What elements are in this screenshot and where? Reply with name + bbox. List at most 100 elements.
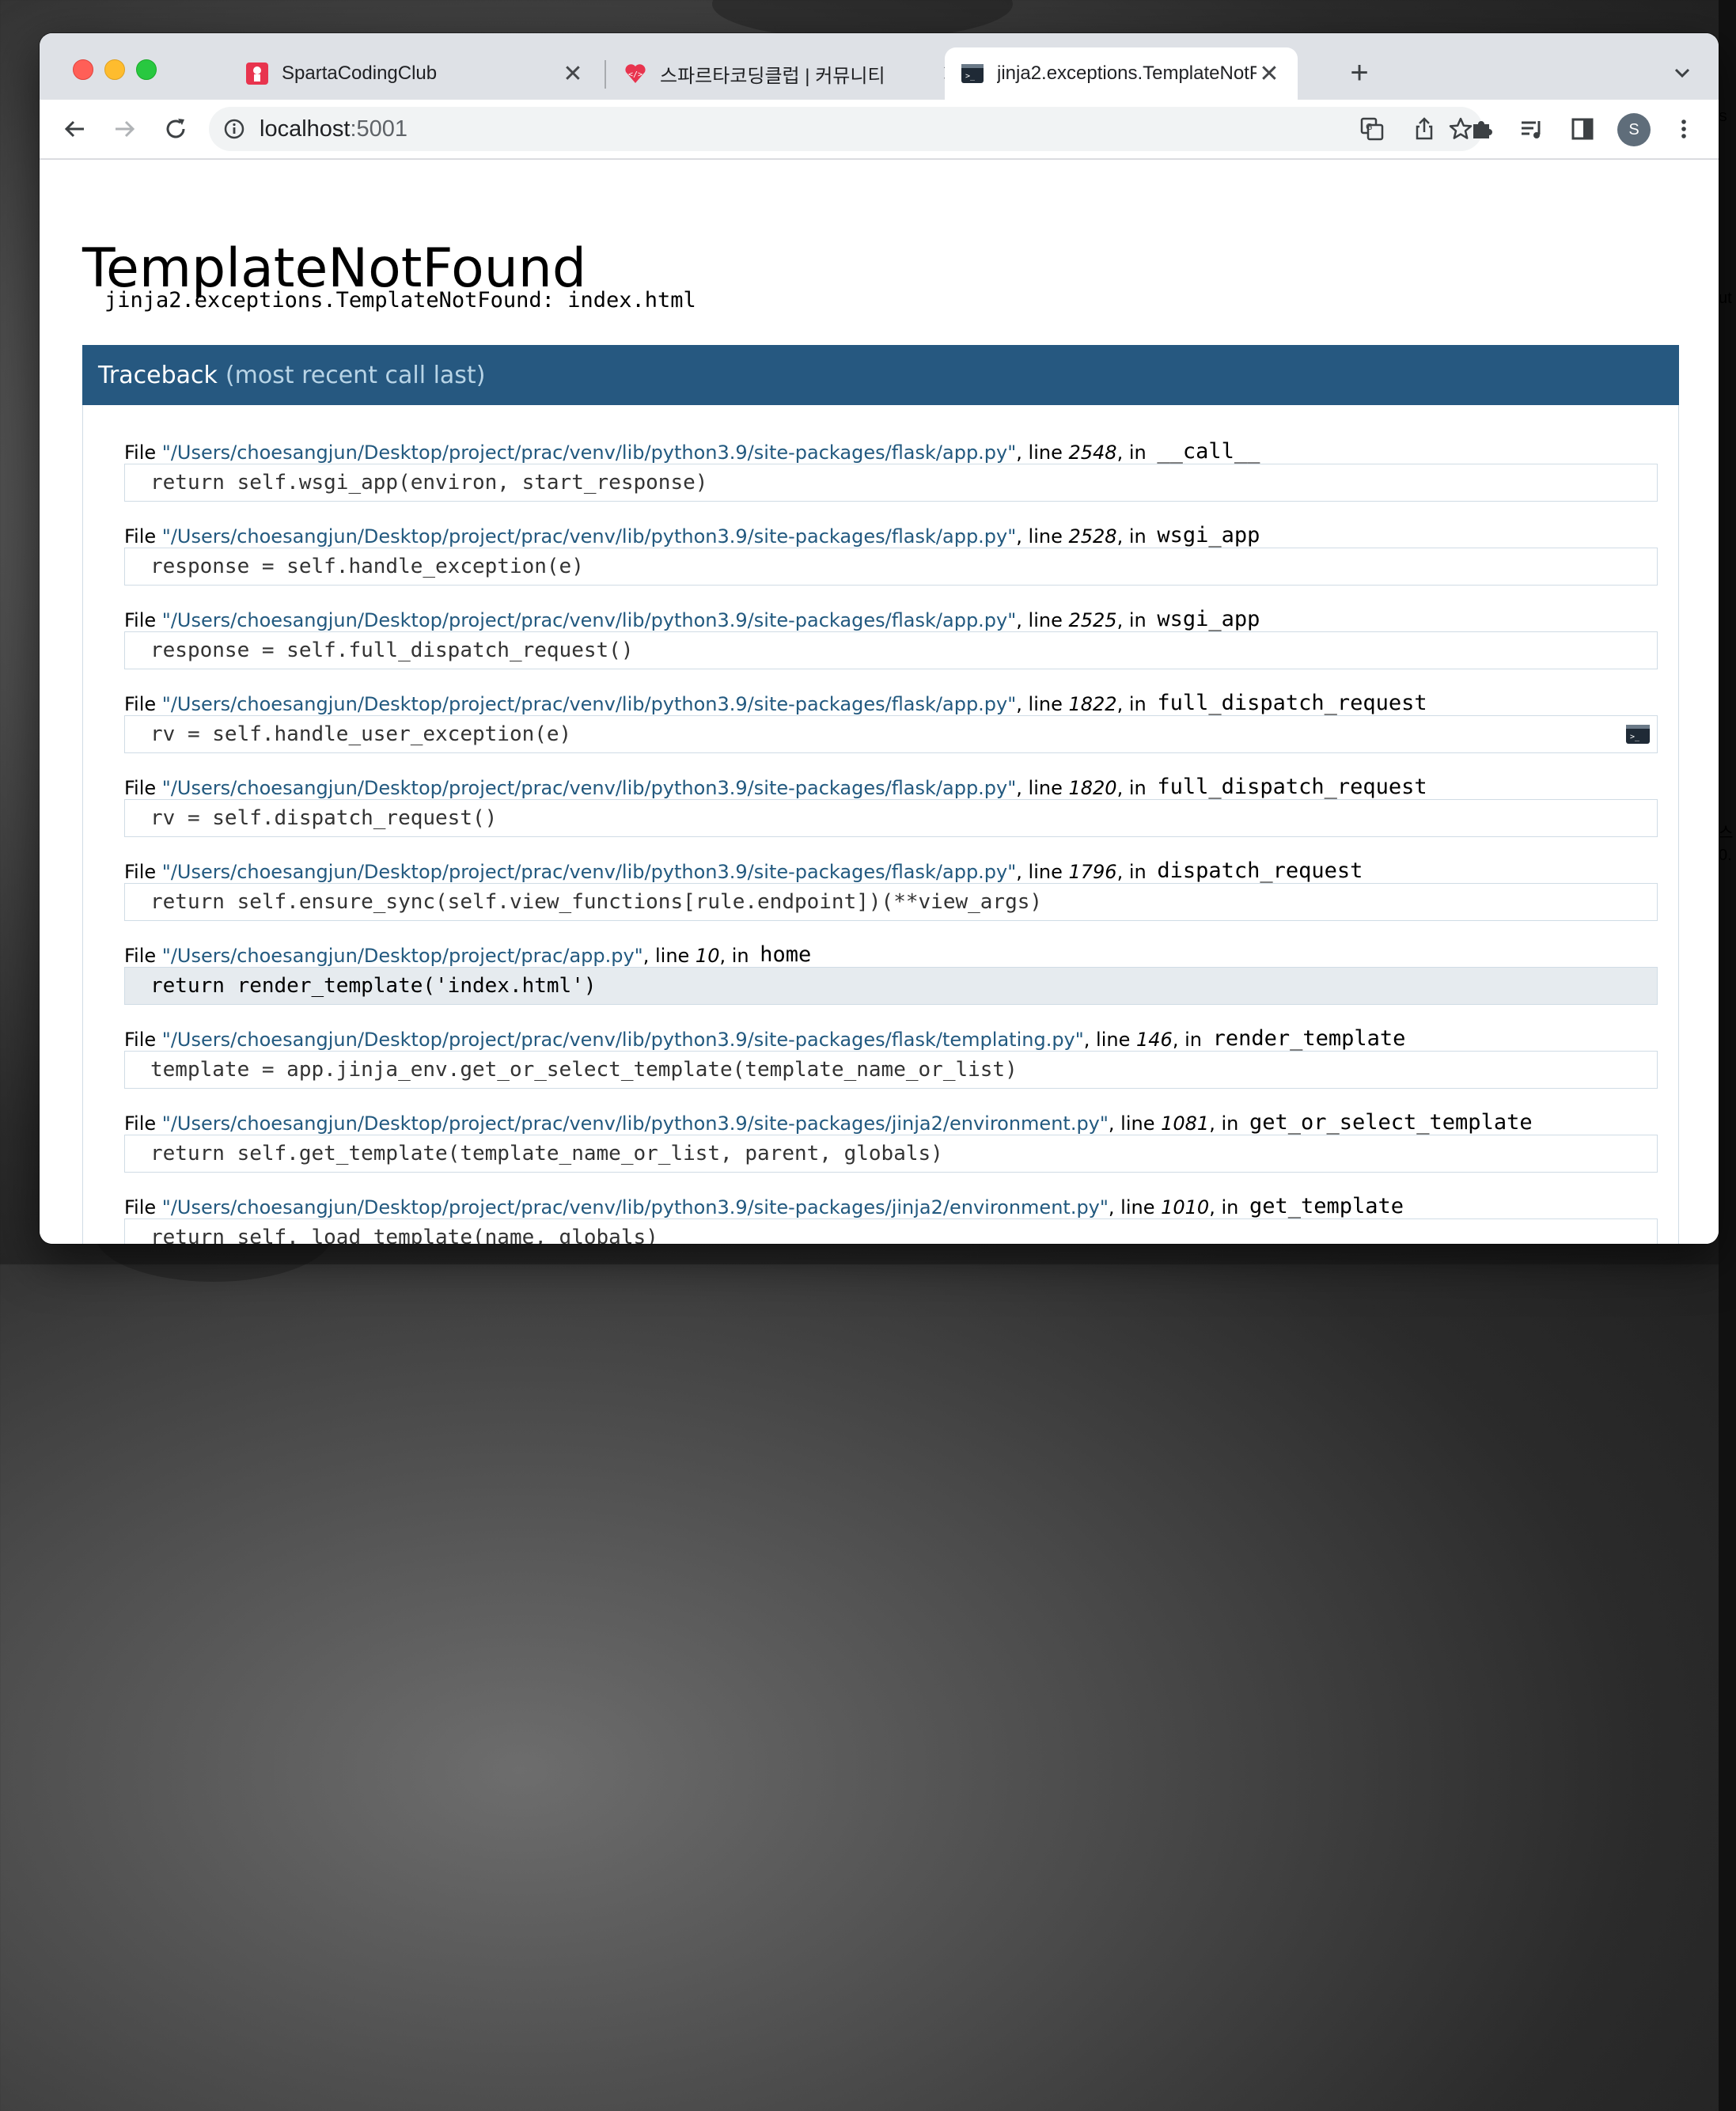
- profile-avatar[interactable]: S: [1617, 113, 1651, 146]
- address-bar[interactable]: localhost:5001 G: [209, 107, 1483, 151]
- frame-in-word: , in: [1209, 1112, 1245, 1135]
- frame-file-prefix: File: [124, 693, 162, 715]
- frame-file-prefix: File: [124, 609, 162, 631]
- frame-line-number: 146: [1136, 1029, 1173, 1051]
- frame-line-word: , line: [1016, 525, 1069, 548]
- frame-function-name: dispatch_request: [1157, 858, 1363, 883]
- frame-file-prefix: File: [124, 1196, 162, 1218]
- translate-icon[interactable]: G: [1356, 113, 1388, 145]
- frame-file-path[interactable]: "/Users/choesangjun/Desktop/project/prac…: [162, 945, 643, 967]
- frame-code-line[interactable]: template = app.jinja_env.get_or_select_t…: [124, 1051, 1658, 1089]
- frame-function-name: home: [760, 942, 812, 967]
- code-text: response = self.full_dispatch_request(): [150, 639, 634, 662]
- frame-code-line[interactable]: return self._load_template(name, globals…: [124, 1218, 1658, 1244]
- tab-search-chevron-down-icon[interactable]: [1666, 57, 1698, 89]
- tab-sparta-community[interactable]: </> 스파르타코딩클럽 | 커뮤니티 ✕: [608, 47, 980, 100]
- traceback-sublabel: (most recent call last): [225, 361, 486, 389]
- frame-file-path[interactable]: "/Users/choesangjun/Desktop/project/prac…: [162, 525, 1016, 548]
- frame-line-word: , line: [1108, 1112, 1162, 1135]
- window-close-button[interactable]: [73, 59, 93, 80]
- frame-header: File "/Users/choesangjun/Desktop/project…: [124, 1098, 1658, 1135]
- tab-spartacodingclub[interactable]: SpartaCodingClub ✕: [229, 47, 601, 100]
- frame-function-name: wsgi_app: [1157, 607, 1260, 631]
- frame-header: File "/Users/choesangjun/Desktop/project…: [124, 763, 1658, 799]
- code-text: rv = self.dispatch_request(): [150, 806, 498, 830]
- info-icon[interactable]: [223, 118, 245, 140]
- frame-line-number: 1822: [1068, 693, 1117, 715]
- frame-header: File "/Users/choesangjun/Desktop/project…: [124, 847, 1658, 883]
- traceback-frame: File "/Users/choesangjun/Desktop/project…: [124, 1098, 1658, 1173]
- frame-code-line[interactable]: response = self.full_dispatch_request(): [124, 631, 1658, 669]
- sparta-community-favicon-icon: </>: [624, 62, 647, 85]
- frame-file-prefix: File: [124, 1029, 162, 1051]
- frame-file-path[interactable]: "/Users/choesangjun/Desktop/project/prac…: [162, 693, 1016, 715]
- frame-line-word: , line: [1083, 1029, 1136, 1051]
- code-text: return self.ensure_sync(self.view_functi…: [150, 890, 1043, 914]
- frame-code-line[interactable]: return render_template('index.html'): [124, 967, 1658, 1005]
- forward-arrow-icon[interactable]: [109, 113, 141, 145]
- frame-file-prefix: File: [124, 1112, 162, 1135]
- frame-file-prefix: File: [124, 777, 162, 799]
- frame-file-prefix: File: [124, 442, 162, 464]
- tab-close-icon[interactable]: ✕: [560, 60, 586, 88]
- frame-in-word: , in: [719, 945, 756, 967]
- frame-function-name: get_template: [1249, 1194, 1404, 1218]
- browser-window: SpartaCodingClub ✕ </> 스파르타코딩클럽 | 커뮤니티 ✕…: [40, 33, 1719, 1244]
- frame-line-number: 2525: [1068, 609, 1117, 631]
- traceback-frame: File "/Users/choesangjun/Desktop/project…: [124, 427, 1658, 502]
- new-tab-button[interactable]: +: [1344, 55, 1375, 91]
- reload-icon[interactable]: [160, 113, 191, 145]
- code-text: return self.get_template(template_name_o…: [150, 1142, 943, 1165]
- frame-file-path[interactable]: "/Users/choesangjun/Desktop/project/prac…: [162, 1029, 1084, 1051]
- frame-code-line[interactable]: rv = self.dispatch_request(): [124, 799, 1658, 837]
- frame-file-path[interactable]: "/Users/choesangjun/Desktop/project/prac…: [162, 609, 1016, 631]
- tab-label: SpartaCodingClub: [282, 63, 438, 84]
- frame-file-path[interactable]: "/Users/choesangjun/Desktop/project/prac…: [162, 777, 1016, 799]
- frame-code-line[interactable]: return self.wsgi_app(environ, start_resp…: [124, 464, 1658, 502]
- more-menu-icon[interactable]: [1668, 113, 1700, 145]
- code-text: response = self.handle_exception(e): [150, 555, 584, 578]
- frame-function-name: wsgi_app: [1157, 523, 1260, 548]
- exception-message: jinja2.exceptions.TemplateNotFound: inde…: [104, 288, 696, 313]
- code-text: return self._load_template(name, globals…: [150, 1226, 658, 1244]
- frame-code-line[interactable]: response = self.handle_exception(e): [124, 548, 1658, 586]
- tab-close-icon[interactable]: ✕: [1257, 60, 1282, 88]
- code-text: return self.wsgi_app(environ, start_resp…: [150, 471, 708, 495]
- frame-file-path[interactable]: "/Users/choesangjun/Desktop/project/prac…: [162, 1112, 1109, 1135]
- window-minimize-button[interactable]: [104, 59, 125, 80]
- back-arrow-icon[interactable]: [59, 113, 90, 145]
- frame-code-line[interactable]: return self.get_template(template_name_o…: [124, 1135, 1658, 1173]
- tab-label: 스파르타코딩클럽 | 커뮤니티: [660, 65, 885, 87]
- share-icon[interactable]: [1408, 113, 1440, 145]
- frame-code-line[interactable]: return self.ensure_sync(self.view_functi…: [124, 883, 1658, 921]
- media-control-icon[interactable]: [1516, 113, 1548, 145]
- extensions-puzzle-icon[interactable]: [1465, 113, 1497, 145]
- frame-in-word: , in: [1116, 442, 1153, 464]
- frame-header: File "/Users/choesangjun/Desktop/project…: [124, 1014, 1658, 1051]
- frame-line-word: , line: [1016, 777, 1069, 799]
- tab-template-not-found[interactable]: >_ jinja2.exceptions.TemplateNotFound ✕: [945, 47, 1298, 100]
- window-zoom-button[interactable]: [136, 59, 157, 80]
- console-terminal-icon[interactable]: >_: [1625, 724, 1651, 745]
- frame-line-number: 1010: [1161, 1196, 1210, 1218]
- frame-function-name: full_dispatch_request: [1157, 691, 1427, 715]
- svg-text:>_: >_: [965, 72, 976, 81]
- traceback-header: Traceback (most recent call last): [82, 345, 1679, 405]
- frame-line-number: 2528: [1068, 525, 1117, 548]
- side-panel-icon[interactable]: [1567, 113, 1598, 145]
- svg-text:</>: </>: [628, 70, 642, 79]
- url-text: localhost:5001: [260, 116, 408, 142]
- frame-in-word: , in: [1116, 525, 1153, 548]
- frame-header: File "/Users/choesangjun/Desktop/project…: [124, 930, 1658, 967]
- tab-separator: [605, 60, 606, 89]
- traceback-frame: File "/Users/choesangjun/Desktop/project…: [124, 595, 1658, 669]
- tab-strip: SpartaCodingClub ✕ </> 스파르타코딩클럽 | 커뮤니티 ✕…: [40, 33, 1719, 100]
- frame-file-path[interactable]: "/Users/choesangjun/Desktop/project/prac…: [162, 442, 1016, 464]
- traceback-frame: File "/Users/choesangjun/Desktop/project…: [124, 1014, 1658, 1089]
- frame-function-name: __call__: [1157, 439, 1260, 464]
- frame-file-path[interactable]: "/Users/choesangjun/Desktop/project/prac…: [162, 861, 1016, 883]
- frame-code-line[interactable]: rv = self.handle_user_exception(e) >_: [124, 715, 1658, 753]
- frame-file-path[interactable]: "/Users/choesangjun/Desktop/project/prac…: [162, 1196, 1109, 1218]
- frame-in-word: , in: [1116, 777, 1153, 799]
- frame-line-word: , line: [1016, 693, 1069, 715]
